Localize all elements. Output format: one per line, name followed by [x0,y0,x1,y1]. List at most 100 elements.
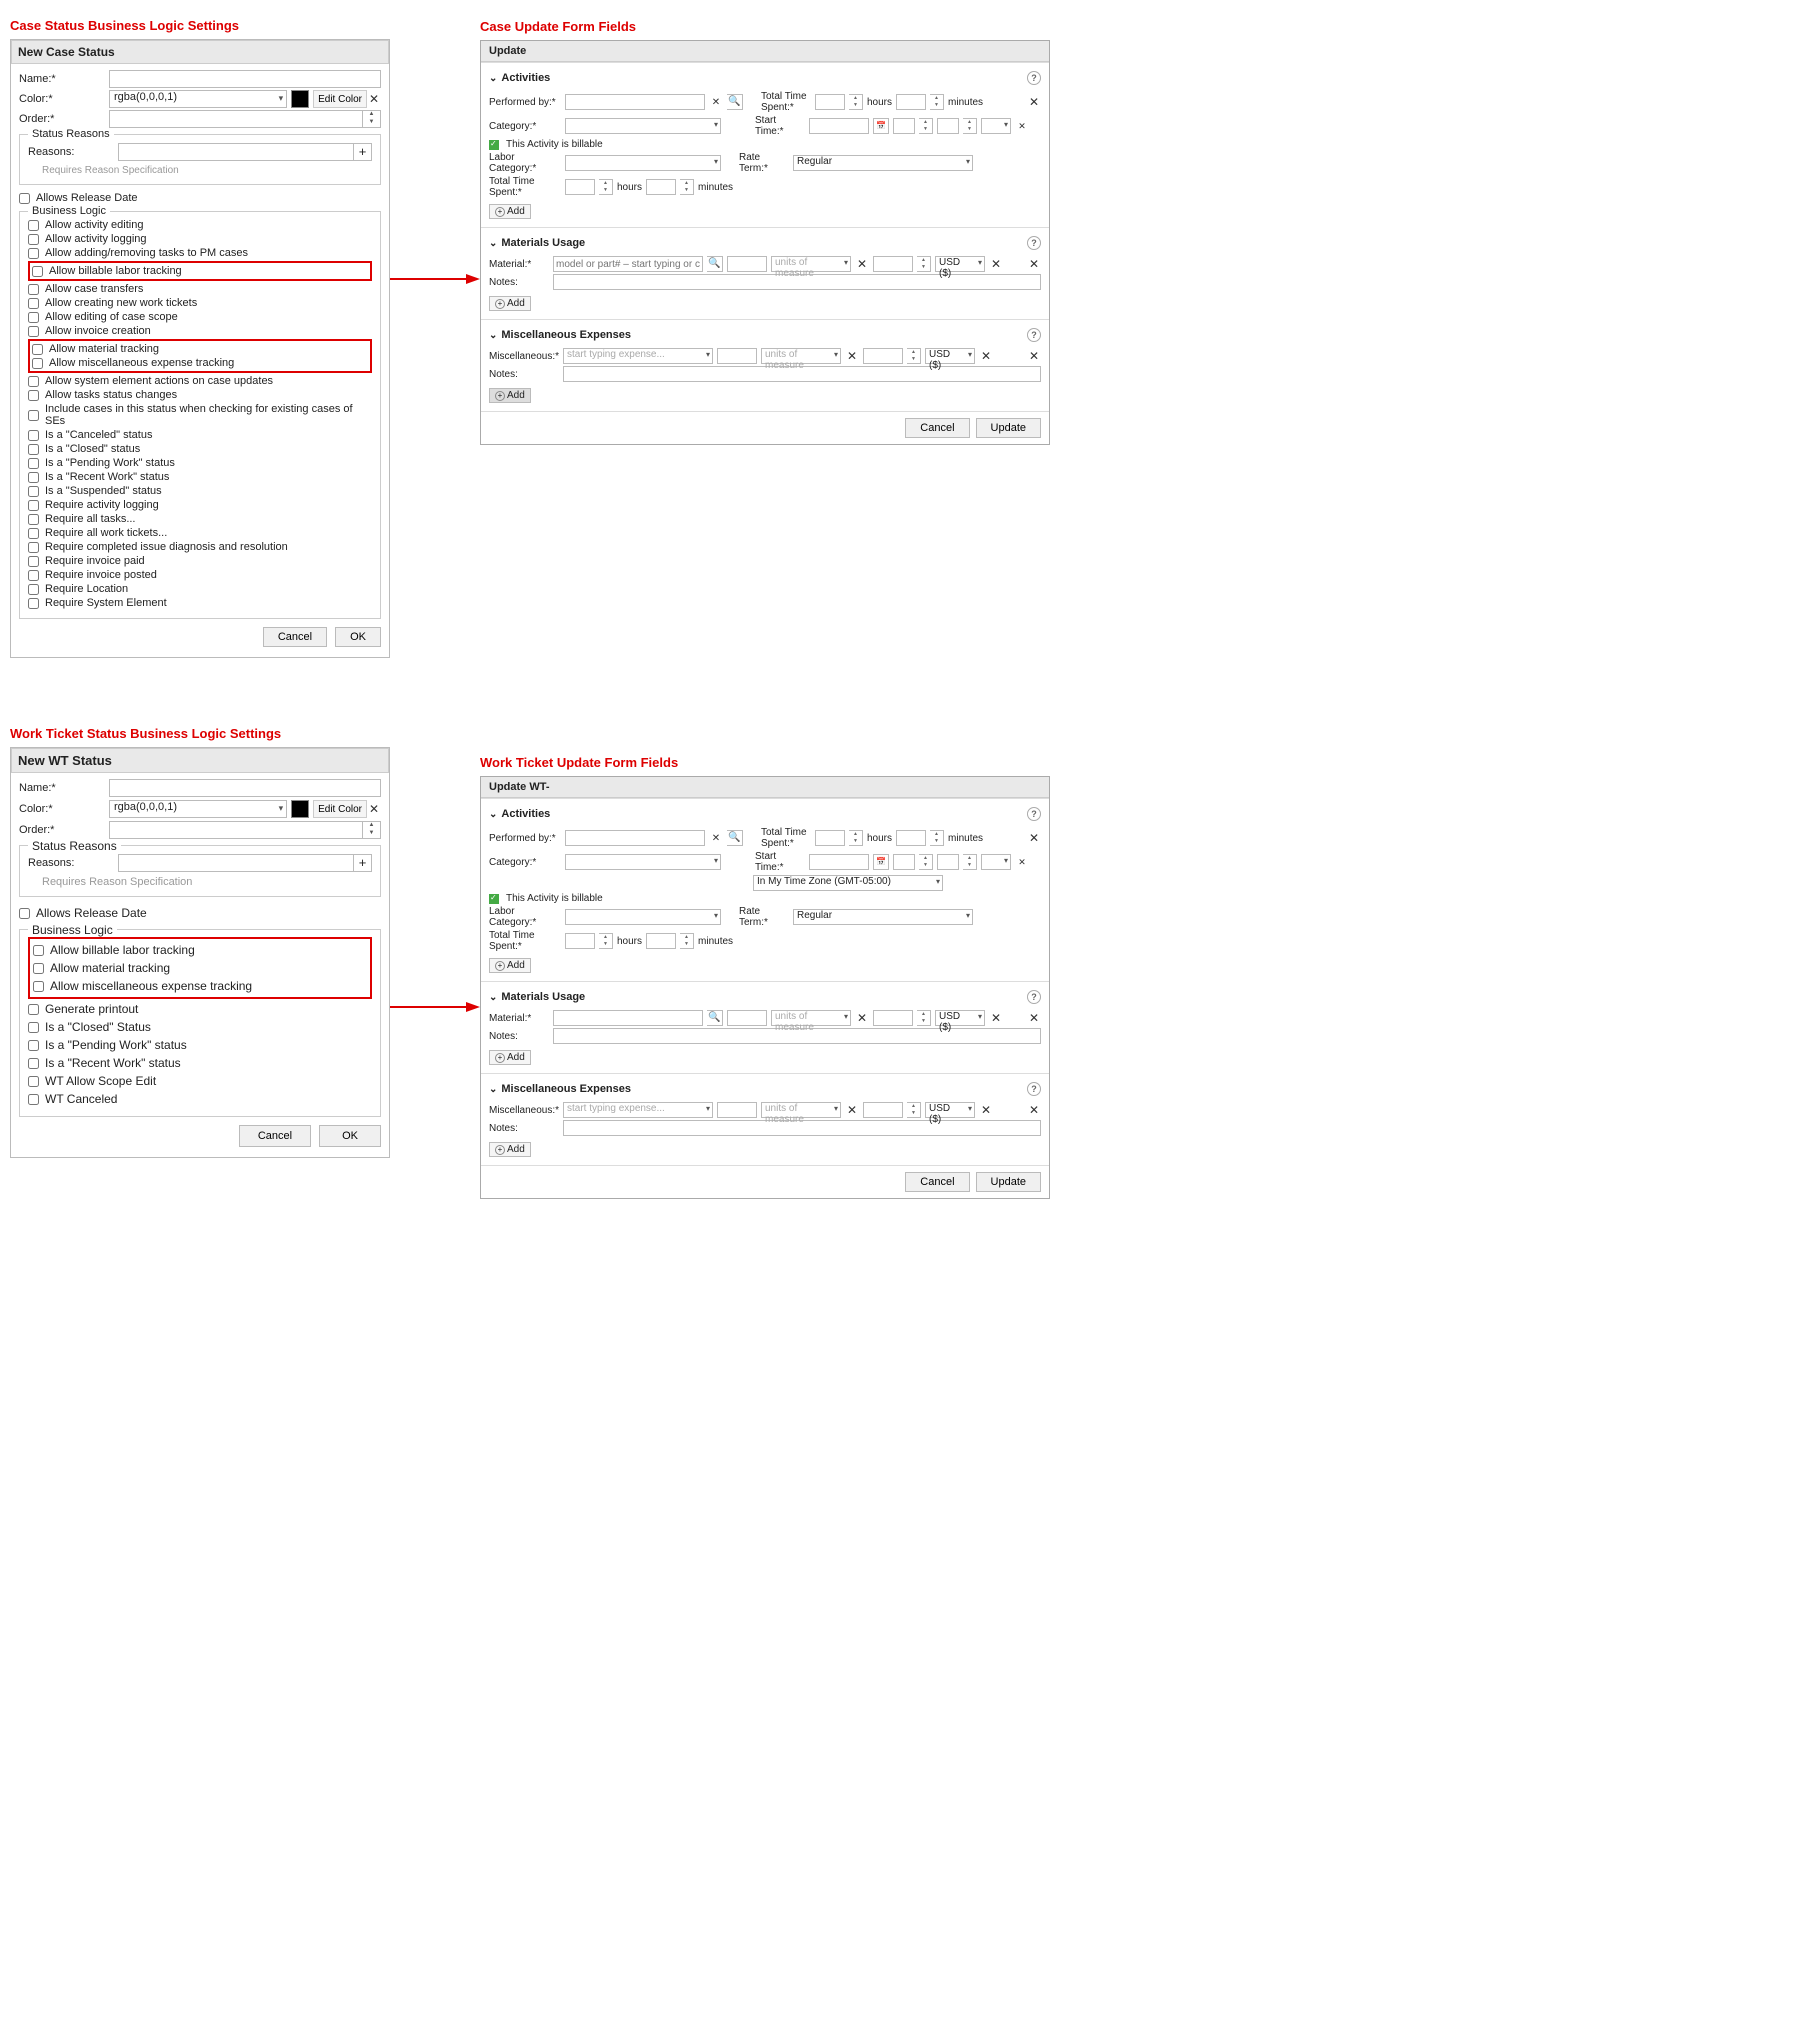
timezone-select[interactable]: In My Time Zone (GMT-05:00) [753,875,943,891]
add-material-button[interactable]: +Add [489,1050,531,1065]
misc-price-input[interactable]: 0.00 [863,348,903,364]
start-hour-input[interactable] [893,118,915,134]
hours-spinner[interactable]: ▲▼ [849,94,863,110]
misc-amount-input[interactable]: amount [717,348,757,364]
bl-checkbox[interactable] [28,312,39,323]
clear-icon[interactable]: ✕ [1015,121,1029,132]
remove-icon[interactable]: ✕ [1027,1011,1041,1025]
add-activity-button[interactable]: +Add [489,958,531,973]
misc-currency-select[interactable]: USD ($) [925,1102,975,1118]
order-input[interactable] [109,821,363,839]
reasons-input[interactable] [118,854,354,872]
calendar-icon[interactable]: 📅 [873,118,889,134]
add-material-button[interactable]: +Add [489,296,531,311]
minutes-spinner2[interactable]: ▲▼ [680,179,694,195]
bl-checkbox[interactable] [28,234,39,245]
bl-checkbox[interactable] [28,556,39,567]
currency-select[interactable]: USD ($) [935,1010,985,1026]
order-spinner[interactable]: ▲▼ [363,110,381,128]
close-icon[interactable]: ✕ [979,1103,993,1117]
start-min-spinner[interactable]: ▲▼ [963,118,977,134]
order-input[interactable] [109,110,363,128]
close-icon[interactable]: ✕ [979,349,993,363]
start-min-input[interactable] [937,118,959,134]
bl-checkbox[interactable] [28,584,39,595]
price-input[interactable]: 0.00 [873,256,913,272]
remove-icon[interactable]: ✕ [1027,831,1041,845]
hours-spinner[interactable]: ▲▼ [849,830,863,846]
billable-checkbox-icon[interactable] [489,140,499,150]
bl-checkbox[interactable] [28,444,39,455]
chevron-down-icon[interactable]: ⌄ [489,238,497,249]
remove-icon[interactable]: ✕ [1027,257,1041,271]
chevron-down-icon[interactable]: ⌄ [489,73,497,84]
order-spinner[interactable]: ▲▼ [363,821,381,839]
rate-term-select[interactable]: Regular [793,909,973,925]
uom-select[interactable]: units of measure [771,256,851,272]
bl-checkbox[interactable] [28,298,39,309]
misc-amount-input[interactable]: amount [717,1102,757,1118]
minutes-input2[interactable] [646,179,676,195]
billable-checkbox-icon[interactable] [489,894,499,904]
add-activity-button[interactable]: +Add [489,204,531,219]
misc-price-input[interactable]: 0.00 [863,1102,903,1118]
hours-input2[interactable] [565,179,595,195]
misc-currency-select[interactable]: USD ($) [925,348,975,364]
bl-checkbox[interactable] [28,472,39,483]
edit-color-button[interactable]: Edit Color [313,90,367,108]
hours-spinner2[interactable]: ▲▼ [599,933,613,949]
clear-icon[interactable]: ✕ [709,833,723,844]
chevron-down-icon[interactable]: ⌄ [489,1084,497,1095]
allows-release-checkbox[interactable] [19,908,30,919]
bl-checkbox[interactable] [33,945,44,956]
bl-checkbox[interactable] [33,963,44,974]
misc-select[interactable]: start typing expense... [563,348,713,364]
clear-icon[interactable]: ✕ [1015,857,1029,868]
color-swatch[interactable] [291,800,309,818]
chevron-down-icon[interactable]: ⌄ [489,809,497,820]
currency-select[interactable]: USD ($) [935,256,985,272]
search-icon[interactable]: 🔍 [727,94,743,110]
price-spinner[interactable]: ▲▼ [917,256,931,272]
remove-icon[interactable]: ✕ [1027,95,1041,109]
cancel-button[interactable]: Cancel [263,627,327,647]
material-input[interactable]: model or part# – start typing or click l… [553,1010,703,1026]
bl-checkbox[interactable] [28,410,39,421]
start-hour-spinner[interactable]: ▲▼ [919,118,933,134]
ok-button[interactable]: OK [319,1125,381,1147]
labor-category-select[interactable] [565,155,721,171]
bl-checkbox[interactable] [32,344,43,355]
hours-input[interactable] [815,94,845,110]
start-date-input[interactable] [809,118,869,134]
bl-checkbox[interactable] [28,486,39,497]
uom-select[interactable]: units of measure [771,1010,851,1026]
minutes-spinner[interactable]: ▲▼ [930,830,944,846]
misc-price-spinner[interactable]: ▲▼ [907,1102,921,1118]
misc-select[interactable]: start typing expense... [563,1102,713,1118]
add-misc-button[interactable]: +Add [489,1142,531,1157]
search-icon[interactable]: 🔍 [727,830,743,846]
category-select[interactable] [565,118,721,134]
bl-checkbox[interactable] [28,220,39,231]
add-reason-button[interactable]: + [354,143,372,161]
cancel-button[interactable]: Cancel [239,1125,311,1147]
amount-input[interactable]: amount [727,256,767,272]
bl-checkbox[interactable] [28,376,39,387]
start-hour-input[interactable] [893,854,915,870]
ok-button[interactable]: OK [335,627,381,647]
start-min-input[interactable] [937,854,959,870]
hours-input[interactable] [815,830,845,846]
cancel-button[interactable]: Cancel [905,1172,969,1192]
minutes-input[interactable] [896,830,926,846]
misc-uom-select[interactable]: units of measure [761,1102,841,1118]
close-icon[interactable]: ✕ [367,802,381,816]
chevron-down-icon[interactable]: ⌄ [489,330,497,341]
close-icon[interactable]: ✕ [845,349,859,363]
bl-checkbox[interactable] [28,500,39,511]
hours-spinner2[interactable]: ▲▼ [599,179,613,195]
bl-checkbox[interactable] [28,1004,39,1015]
performed-by-input[interactable] [565,830,705,846]
ampm-select[interactable] [981,118,1011,134]
material-input[interactable]: model or part# – start typing or click l… [553,256,703,272]
amount-input[interactable]: amount [727,1010,767,1026]
